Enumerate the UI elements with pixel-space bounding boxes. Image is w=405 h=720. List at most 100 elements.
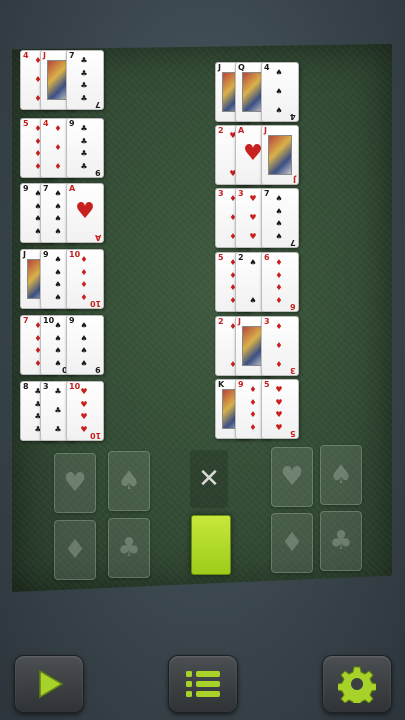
suit-pip-icon: ♠: [54, 358, 62, 368]
card-stack[interactable]: 8♣♣♣♣83♣♣♣310♥♥♥♥10: [20, 381, 106, 441]
menu-icon: [186, 671, 220, 697]
card-stack[interactable]: JJQQ4♠♠♠4: [215, 62, 301, 122]
card-stack[interactable]: 2♦♦2JJ3♦♦♦3: [215, 316, 301, 376]
settings-button[interactable]: [322, 655, 392, 713]
suit-pip-icon: ♦: [80, 280, 88, 290]
suit-pip-icon: ♠: [80, 358, 88, 368]
suit-pip-icon: ♦: [249, 422, 257, 432]
card-stack[interactable]: 7♦♦♦♦710♠♠♠♠109♠♠♠♠9: [20, 315, 106, 375]
suit-pip-icon: ♠: [54, 280, 62, 290]
suit-pip-icon: ♥: [249, 232, 257, 241]
card-rank: 3: [218, 189, 224, 198]
foundation-slot[interactable]: ♣: [108, 518, 150, 578]
foundation-slot[interactable]: ♥: [271, 447, 313, 507]
foundation-slot[interactable]: ♦: [54, 520, 96, 580]
card-rank-bottom: A: [94, 233, 101, 242]
card-rank: A: [69, 184, 76, 193]
card-stack[interactable]: 5♦♦♦♦54♦♦♦49♣♣♣♣9: [20, 118, 106, 178]
suit-pip-icon: ♦: [275, 283, 283, 293]
suit-pip-icon: ♦: [249, 385, 257, 394]
card-stack[interactable]: KK9♦♦♦♦95♥♥♥♥5: [215, 379, 301, 439]
card-stack[interactable]: 2♥♥2A♥AJJ: [215, 125, 301, 185]
card-rank: 3: [238, 189, 244, 198]
suit-pip-icon: ♦: [80, 255, 88, 264]
suit-pip-icon: ♣: [80, 56, 88, 65]
suit-pip-icon: ♦: [275, 341, 283, 350]
close-icon: ✕: [198, 464, 220, 494]
card-rank-bottom: 7: [290, 238, 296, 247]
suit-pip-icon: ♥: [275, 422, 283, 432]
draw-deck[interactable]: [191, 515, 231, 575]
card-rank: 2: [218, 126, 224, 135]
foundation-slot[interactable]: ♣: [320, 511, 362, 571]
card-rank: K: [218, 380, 225, 389]
card-stack[interactable]: 4♦♦♦4JJ7♣♣♣♣7: [20, 50, 106, 110]
playing-card[interactable]: 9 ♣ ♣ ♣ ♣ 9: [66, 118, 104, 178]
card-rank: 2: [238, 253, 244, 262]
suit-pips: ♦ ♦ ♦ ♦: [76, 256, 92, 302]
cancel-button[interactable]: ✕: [190, 450, 228, 508]
playing-card[interactable]: JJ: [261, 125, 299, 185]
suit-pip-icon: ♠: [275, 68, 283, 77]
card-stack[interactable]: JJ9♠♠♠♠910♦♦♦♦10: [20, 249, 106, 309]
suit-pips: ♥ ♥ ♥: [245, 195, 261, 241]
suit-pip-icon: ♦: [275, 360, 283, 369]
playing-card[interactable]: 10 ♦ ♦ ♦ ♦ 10: [66, 249, 104, 309]
suit-pip-icon: ♥: [80, 412, 88, 422]
playing-card[interactable]: 10 ♥ ♥ ♥ ♥ 10: [66, 381, 104, 441]
card-rank: J: [43, 51, 46, 60]
suit-pip-icon: ♠: [54, 189, 62, 198]
suit-pip-icon: ♠: [80, 346, 88, 356]
suit-pips: ♠ ♠: [245, 259, 261, 305]
playing-card[interactable]: 6 ♦ ♦ ♦ ♦ 6: [261, 252, 299, 312]
foundation-slot[interactable]: ♥: [54, 453, 96, 513]
card-rank: 4: [23, 51, 29, 60]
card-rank: 2: [218, 317, 224, 326]
card-rank: J: [238, 317, 241, 326]
foundation-suit-icon: ♦: [63, 535, 87, 565]
card-rank-bottom: 3: [290, 366, 296, 375]
suit-pip-icon: ♠: [275, 87, 283, 96]
card-rank-bottom: 5: [290, 429, 296, 438]
suit-pips: ♠ ♠ ♠: [271, 69, 287, 115]
suit-pip-icon: ♠: [249, 258, 257, 267]
foundation-slot[interactable]: ♠: [320, 445, 362, 505]
playing-card[interactable]: 7 ♠ ♠ ♠ ♠ 7: [261, 188, 299, 248]
playing-card[interactable]: 4 ♠ ♠ ♠ 4: [261, 62, 299, 122]
suit-pip-icon: ♠: [54, 321, 62, 330]
card-rank: J: [264, 126, 267, 135]
playing-card[interactable]: 5 ♥ ♥ ♥ ♥ 5: [261, 379, 299, 439]
suit-pips: ♥ ♥ ♥ ♥: [76, 388, 92, 434]
suit-pip-icon: ♥: [275, 397, 283, 407]
card-stack[interactable]: 9♠♠♠♠97♠♠♠♠7A♥A: [20, 183, 106, 243]
suit-pip-icon: ♠: [275, 231, 283, 241]
suit-pip-icon: ♥: [80, 387, 88, 396]
playing-card[interactable]: 9 ♠ ♠ ♠ ♠ 9: [66, 315, 104, 375]
card-rank: A: [238, 126, 245, 135]
card-rank-bottom: 10: [89, 299, 101, 308]
play-button[interactable]: [14, 655, 84, 713]
menu-button[interactable]: [168, 655, 238, 713]
playing-card[interactable]: 7 ♣ ♣ ♣ ♣ 7: [66, 50, 104, 110]
suit-pip-icon: ♣: [54, 406, 62, 415]
suit-pip-icon: ♣: [80, 136, 88, 146]
foundation-suit-icon: ♦: [280, 528, 304, 558]
play-icon: [39, 669, 64, 699]
suit-pip-icon: ♦: [54, 162, 62, 171]
card-rank-bottom: 9: [95, 365, 101, 374]
suit-pip-icon: ♦: [275, 295, 283, 305]
card-stack[interactable]: 3♦♦♦33♥♥♥37♠♠♠♠7: [215, 188, 301, 248]
foundation-slot[interactable]: ♦: [271, 513, 313, 573]
suit-pip-icon: ♣: [80, 93, 88, 103]
card-rank: 6: [264, 253, 270, 262]
foundation-suit-icon: ♥: [280, 462, 304, 492]
suit-pip-icon: ♦: [54, 143, 62, 152]
playing-card[interactable]: 3 ♦ ♦ ♦ 3: [261, 316, 299, 376]
suit-pip-icon: ♦: [275, 258, 283, 267]
playing-card[interactable]: A ♥ A: [66, 183, 104, 243]
card-stack[interactable]: 5♦♦♦♦52♠♠26♦♦♦♦6: [215, 252, 301, 312]
suit-pip-icon: ♥: [249, 194, 257, 203]
suit-pip-icon: ♠: [249, 296, 257, 305]
foundation-slot[interactable]: ♠: [108, 451, 150, 511]
foundation-suit-icon: ♠: [117, 466, 141, 496]
